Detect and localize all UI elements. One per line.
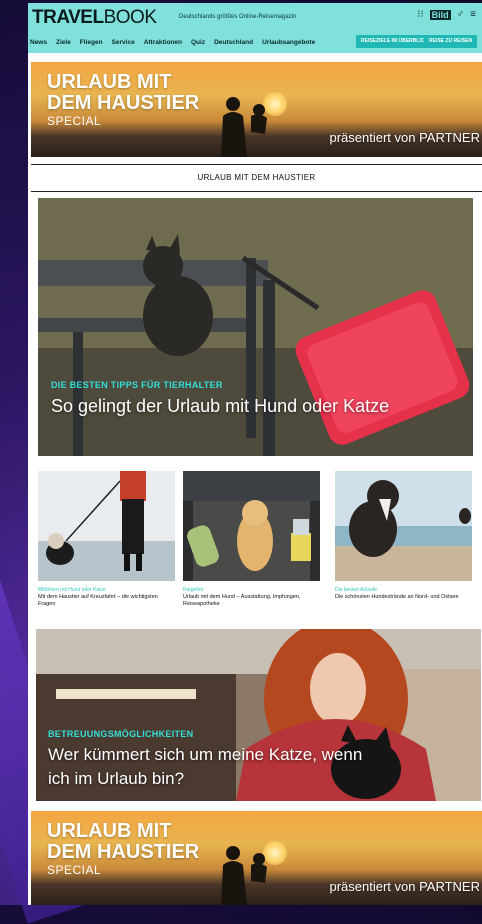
card-title[interactable]: Urlaub mit dem Hund – Ausstattung, Impfu… [183,594,320,608]
main-nav: News Ziele Fliegen Service Attraktionen … [30,39,315,46]
hero-article[interactable]: DIE BESTEN TIPPS FÜR TIERHALTER So gelin… [38,198,473,456]
card-kicker: Die besten Anlaufe [335,587,377,593]
banner-partner-label: präsentiert von PARTNER [329,130,480,145]
bild-logo[interactable]: Bild [429,9,451,20]
tagline: Deutschlands größtes Online-Reisemagazin [179,14,297,20]
banner-special-label: SPECIAL [47,114,102,128]
special-banner-bottom[interactable]: URLAUB MIT DEM HAUSTIER SPECIAL präsentie… [31,811,482,905]
nav-item-service[interactable]: Service [112,39,135,46]
cat-article-title[interactable]: Wer kümmert sich um meine Katze, wenn ic… [48,743,388,791]
special-banner-top[interactable]: URLAUB MIT DEM HAUSTIER SPECIAL präsentie… [31,62,482,157]
section-title: URLAUB MIT DEM HAUSTIER [31,164,482,192]
article-card[interactable]: Die besten Anlaufe Die schönsten Hundest… [335,471,472,601]
nav-item-quiz[interactable]: Quiz [191,39,205,46]
banner-title: URLAUB MIT DEM HAUSTIER [47,71,200,114]
nav-item-ziele[interactable]: Ziele [56,39,71,46]
nav-item-news[interactable]: News [30,39,47,46]
article-card[interactable]: Mitfahren mit Hund oder Katze Mit dem Ha… [38,471,175,608]
travelbook-page: TRAVELBOOK Deutschlands größtes Online-R… [28,3,482,905]
nav-item-attraktionen[interactable]: Attraktionen [144,39,182,46]
nav-item-urlaubsangebote[interactable]: Urlaubsangebote [262,39,315,46]
card-image-dog-in-car [183,471,320,581]
banner-partner-label: präsentiert von PARTNER [329,879,480,894]
banner-title: URLAUB MIT DEM HAUSTIER [47,820,200,863]
card-kicker: Mitfahren mit Hund oder Katze [38,587,106,593]
nav-item-deutschland[interactable]: Deutschland [214,39,253,46]
card-image-cruise-dog [38,471,175,581]
menu-icon[interactable]: ≡ [470,9,476,20]
destinations-overview-button[interactable]: REISEZIELE IM ÜBERBLICK [356,35,433,48]
card-image-dog-at-beach [335,471,472,581]
user-icon[interactable]: ♂ [457,9,465,20]
nav-item-fliegen[interactable]: Fliegen [80,39,103,46]
person-with-dog-silhouette [221,97,267,157]
site-header: TRAVELBOOK Deutschlands größtes Online-R… [28,3,482,53]
grid-icon[interactable]: ⁝⁝ [417,9,423,20]
card-kicker: Ratgeber [183,587,204,593]
card-title[interactable]: Mit dem Haustier auf Kreuzfahrt – die wi… [38,594,175,608]
person-with-dog-silhouette [221,846,267,905]
header-icons: ⁝⁝ Bild ♂ ≡ [417,9,476,20]
travelbook-logo[interactable]: TRAVELBOOK [32,7,157,29]
card-title[interactable]: Die schönsten Hundestrände an Nord- und … [335,594,472,601]
hero-title[interactable]: So gelingt der Urlaub mit Hund oder Katz… [51,394,431,418]
cat-care-article[interactable]: BETREUUNGSMÖGLICHKEITEN Wer kümmert sich… [36,629,481,801]
travel-deals-button[interactable]: REISE ZU REISEN [424,35,478,48]
cat-article-kicker: BETREUUNGSMÖGLICHKEITEN [48,729,194,739]
banner-special-label: SPECIAL [47,863,102,877]
article-card[interactable]: Ratgeber Urlaub mit dem Hund – Ausstattu… [183,471,320,608]
hero-kicker: DIE BESTEN TIPPS FÜR TIERHALTER [51,380,223,390]
